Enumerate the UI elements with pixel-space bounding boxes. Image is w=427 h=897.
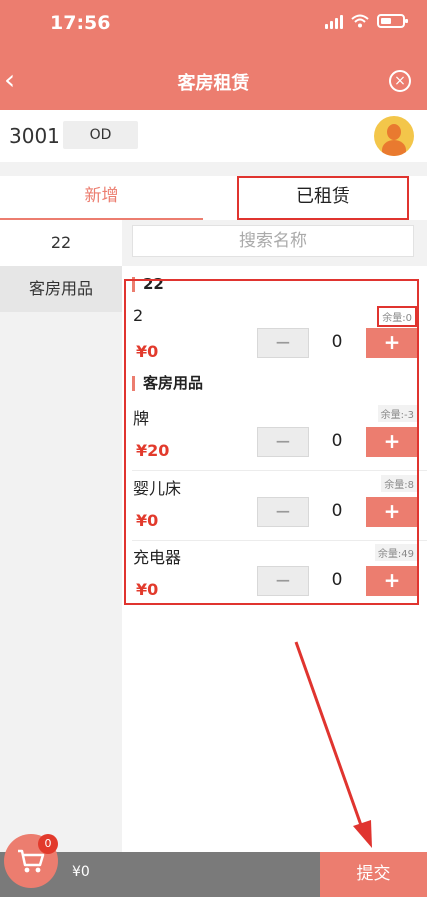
stock-badge: 余量:0 (377, 306, 417, 327)
item-list-panel: 搜索名称 22 2 余量:0 ¥0 − 0 + 客房用品 牌 余量:-3 ¥20… (122, 220, 427, 852)
decrease-button[interactable]: − (257, 328, 309, 358)
quantity-value: 0 (331, 501, 343, 521)
stock-badge: 余量:8 (381, 475, 417, 492)
item-name: 婴儿床 (133, 479, 182, 498)
increase-button[interactable]: + (366, 427, 418, 457)
decrease-button[interactable]: − (257, 566, 309, 596)
item-name: 充电器 (133, 548, 182, 567)
category-item-room-supplies[interactable]: 客房用品 (0, 266, 122, 312)
cart-icon (18, 849, 45, 873)
tab-rented[interactable]: 已租赁 (237, 176, 409, 220)
status-icons (325, 13, 408, 29)
quantity-value: 0 (331, 570, 343, 590)
stock-badge: 余量:-3 (377, 405, 417, 422)
submit-button[interactable]: 提交 (320, 852, 427, 897)
footer-bar: ¥0 提交 (0, 852, 427, 897)
room-number: 3001 (9, 124, 60, 148)
status-time: 17:56 (50, 12, 111, 34)
list-item: 牌 余量:-3 ¥20 − 0 + (122, 401, 427, 471)
wifi-icon (351, 14, 369, 28)
quantity-value: 0 (331, 431, 343, 451)
item-name: 牌 (133, 409, 150, 428)
tab-new[interactable]: 新增 (0, 176, 203, 220)
search-input[interactable]: 搜索名称 (132, 225, 414, 257)
item-name: 2 (133, 306, 144, 325)
decrease-button[interactable]: − (257, 427, 309, 457)
quantity-value: 0 (331, 332, 343, 352)
battery-icon (377, 14, 408, 28)
avatar[interactable] (374, 116, 414, 156)
increase-button[interactable]: + (366, 328, 418, 358)
item-price: ¥0 (136, 342, 159, 361)
room-status-badge: OD (63, 121, 138, 149)
stock-badge: 余量:49 (374, 544, 417, 561)
page-title: 客房租赁 (177, 73, 250, 94)
signal-icon (325, 13, 343, 29)
list-item: 2 余量:0 ¥0 − 0 + (122, 302, 427, 372)
cart-count-badge: 0 (38, 834, 58, 854)
item-price: ¥0 (136, 511, 159, 530)
group-title: 客房用品 (132, 376, 203, 391)
tab-bar: 新增 已租赁 (0, 176, 427, 220)
decrease-button[interactable]: − (257, 497, 309, 527)
item-price: ¥20 (136, 441, 170, 460)
close-icon[interactable]: × (389, 70, 411, 92)
group-title: 22 (132, 277, 164, 292)
increase-button[interactable]: + (366, 566, 418, 596)
cart-total: ¥0 (72, 864, 90, 880)
app-header: 17:56 ‹ 客房租赁 × (0, 0, 427, 110)
category-sidebar: 22 客房用品 (0, 220, 122, 852)
list-item: 婴儿床 余量:8 ¥0 − 0 + (122, 471, 427, 541)
item-price: ¥0 (136, 580, 159, 599)
list-item: 充电器 余量:49 ¥0 − 0 + (122, 540, 427, 610)
increase-button[interactable]: + (366, 497, 418, 527)
room-info-row: 3001 OD (0, 110, 427, 162)
search-bar: 搜索名称 (122, 220, 427, 266)
category-item-22[interactable]: 22 (0, 220, 122, 266)
